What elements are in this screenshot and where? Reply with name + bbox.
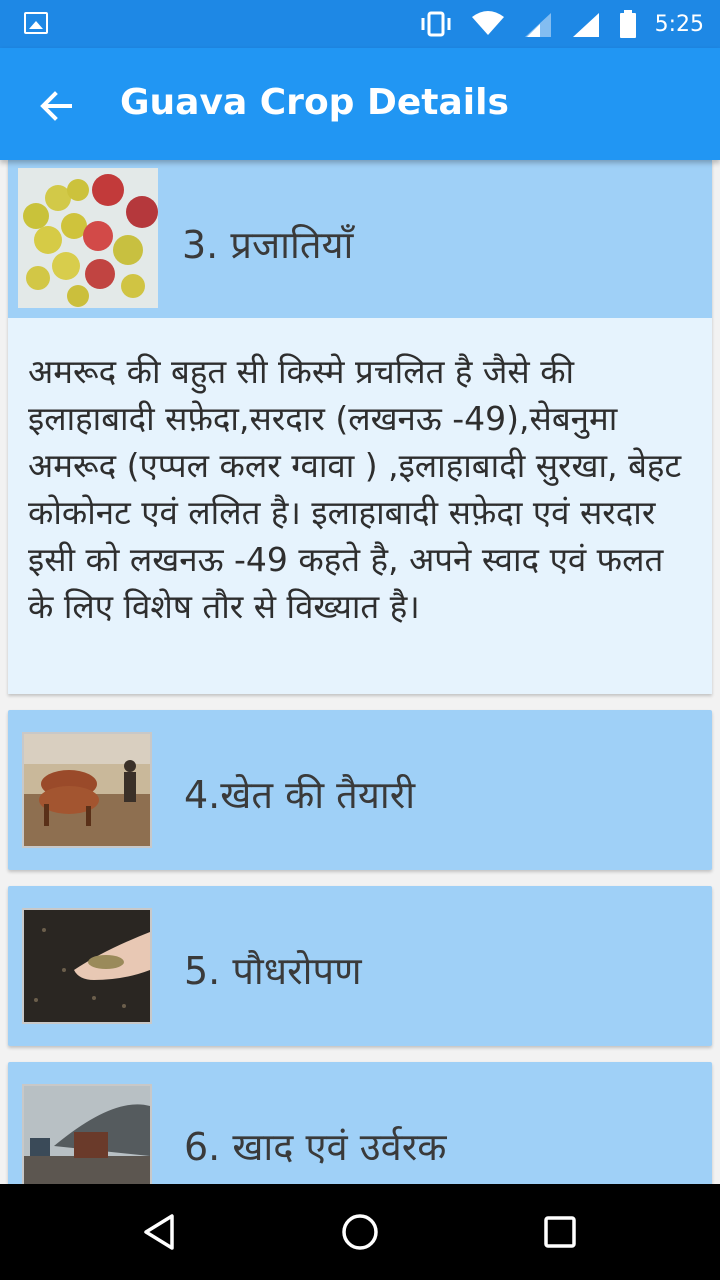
app-bar: Guava Crop Details <box>0 48 720 160</box>
guava-fruits-image <box>18 168 158 308</box>
wifi-icon <box>471 11 504 35</box>
fertilizer-spreader-image <box>22 1084 152 1184</box>
back-triangle-icon[interactable] <box>140 1212 180 1252</box>
section-body-text: अमरूद की बहुत सी किस्मे प्रचलित है जैसे … <box>28 352 682 626</box>
home-circle-icon[interactable] <box>340 1212 380 1252</box>
section-card-manure-fertilizer[interactable]: 6. खाद एवं उर्वरक <box>8 1062 712 1184</box>
oxen-plowing-image <box>22 732 152 848</box>
page-title: Guava Crop Details <box>120 82 509 123</box>
section-title: 5. पौधरोपण <box>184 949 362 993</box>
recents-square-icon[interactable] <box>540 1212 580 1252</box>
navigation-bar <box>0 1184 720 1280</box>
section-card-planting[interactable]: 5. पौधरोपण <box>8 886 712 1046</box>
section-title: 3. प्रजातियाँ <box>182 223 354 267</box>
battery-icon <box>619 10 636 38</box>
arrow-left-icon[interactable] <box>36 86 76 126</box>
signal-full-icon <box>572 13 599 37</box>
section-card-varieties[interactable]: 3. प्रजातियाँ अमरूद की बहुत सी किस्मे प्… <box>8 160 712 694</box>
section-list: 3. प्रजातियाँ अमरूद की बहुत सी किस्मे प्… <box>0 160 720 1184</box>
section-title: 6. खाद एवं उर्वरक <box>184 1125 447 1169</box>
status-icons: 5:25 <box>419 10 704 38</box>
section-header[interactable]: 3. प्रजातियाँ <box>8 160 712 318</box>
image-icon <box>24 12 48 34</box>
status-time: 5:25 <box>654 11 704 37</box>
section-card-field-preparation[interactable]: 4.खेत की तैयारी <box>8 710 712 870</box>
section-title: 4.खेत की तैयारी <box>184 773 416 817</box>
signal-icon <box>524 13 551 37</box>
vibrate-icon <box>421 11 451 37</box>
status-bar: 5:25 <box>0 0 720 48</box>
seeds-in-hand-image <box>22 908 152 1024</box>
